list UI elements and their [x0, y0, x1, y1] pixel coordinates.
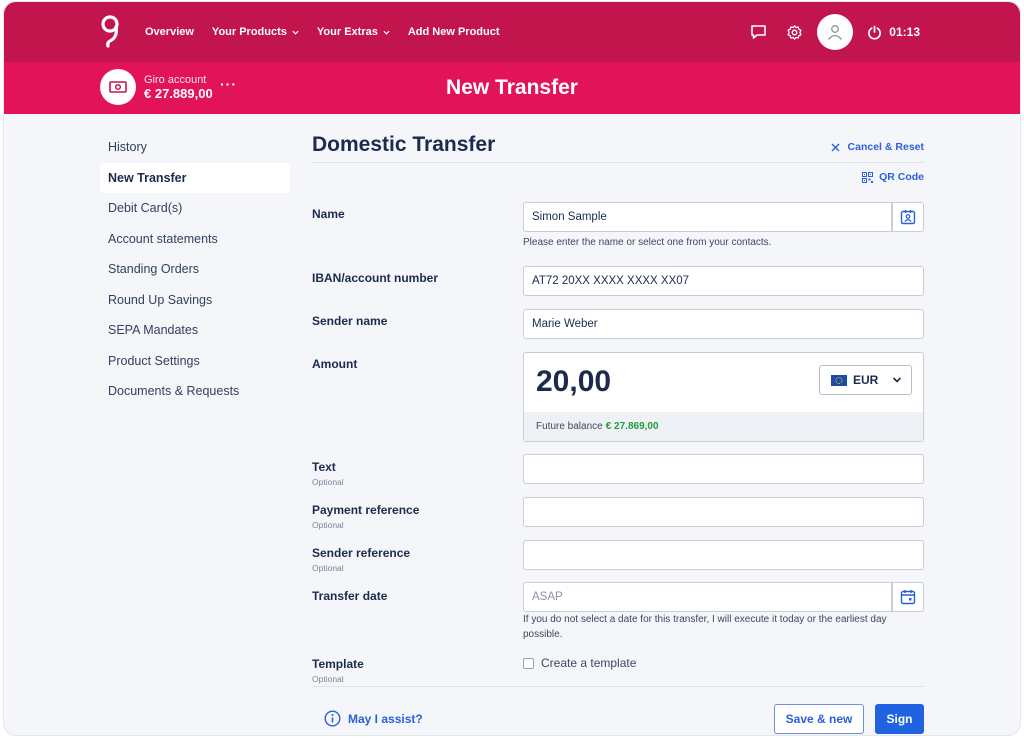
payment-reference-optional: Optional: [312, 520, 344, 530]
bank-logo-icon[interactable]: [98, 15, 122, 49]
nav-label: Overview: [145, 26, 194, 38]
iban-input[interactable]: AT72 20XX XXXX XXXX XX07: [523, 266, 924, 296]
nav-overview[interactable]: Overview: [145, 26, 194, 38]
template-optional: Optional: [312, 674, 344, 684]
logout-timer[interactable]: 01:13: [867, 25, 920, 40]
chevron-down-icon: [383, 30, 390, 35]
currency-select[interactable]: EUR: [819, 365, 912, 395]
cancel-reset-button[interactable]: Cancel & Reset: [831, 141, 924, 153]
qr-code-label: QR Code: [879, 171, 924, 183]
qr-code-button[interactable]: QR Code: [862, 171, 924, 183]
sender-reference-optional: Optional: [312, 563, 344, 573]
currency-label: EUR: [853, 373, 879, 387]
name-label: Name: [312, 207, 345, 221]
sender-name-input[interactable]: Marie Weber: [523, 309, 924, 339]
power-icon: [868, 25, 882, 40]
account-bar: Giro account € 27.889,00 ··· New Transfe…: [4, 62, 1020, 114]
divider: [312, 162, 924, 163]
iban-label: IBAN/account number: [312, 271, 439, 285]
template-label: Template: [312, 657, 364, 671]
nav-label: Your Products: [211, 26, 287, 38]
amount-input[interactable]: 20,00: [536, 365, 611, 399]
transfer-date-label: Transfer date: [312, 589, 388, 603]
assist-link[interactable]: May I assist?: [324, 710, 423, 727]
payment-reference-label: Payment reference: [312, 503, 420, 517]
sidebar-item-standing-orders[interactable]: Standing Orders: [100, 254, 290, 284]
info-icon: [324, 710, 341, 727]
contacts-button[interactable]: [892, 202, 924, 232]
top-navigation-bar: Overview Your Products Your Extras Add N…: [4, 2, 1020, 62]
save-and-new-button[interactable]: Save & new: [774, 704, 864, 734]
page-title: New Transfer: [446, 76, 578, 99]
divider: [312, 686, 924, 687]
nav-label: Your Extras: [316, 26, 378, 38]
future-balance: Future balance € 27.869,00: [524, 412, 923, 441]
sidebar-item-account-statements[interactable]: Account statements: [100, 224, 290, 254]
chevron-down-icon: [292, 30, 299, 35]
nav-your-extras[interactable]: Your Extras: [317, 26, 390, 38]
payment-reference-input[interactable]: [523, 497, 924, 527]
text-input[interactable]: [523, 454, 924, 484]
calendar-icon: [900, 590, 916, 605]
nav-label: Add New Product: [407, 26, 500, 38]
app-window: Overview Your Products Your Extras Add N…: [4, 2, 1020, 735]
sender-reference-label: Sender reference: [312, 546, 411, 560]
sign-button[interactable]: Sign: [875, 704, 924, 734]
sidebar-nav: History New Transfer Debit Card(s) Accou…: [100, 132, 290, 407]
amount-field: 20,00 EUR Future balance € 27.869,00: [523, 352, 924, 442]
user-avatar[interactable]: [817, 14, 854, 50]
sidebar-item-history[interactable]: History: [100, 132, 290, 162]
calendar-button[interactable]: [892, 582, 924, 612]
eu-flag-icon: [831, 374, 847, 386]
transfer-date-hint: If you do not select a date for this tra…: [523, 614, 887, 640]
session-timer: 01:13: [889, 25, 920, 39]
create-template-checkbox[interactable]: Create a template: [523, 656, 636, 670]
close-icon: [831, 143, 840, 151]
sidebar-item-debit-cards[interactable]: Debit Card(s): [100, 193, 290, 223]
user-icon: [828, 25, 843, 40]
cancel-reset-label: Cancel & Reset: [847, 141, 924, 153]
name-hint: Please enter the name or select one from…: [523, 237, 772, 248]
main-nav: Overview Your Products Your Extras Add N…: [145, 2, 500, 62]
sidebar-item-sepa-mandates[interactable]: SEPA Mandates: [100, 315, 290, 345]
transfer-date-placeholder: ASAP: [532, 591, 563, 603]
sender-reference-input[interactable]: [523, 540, 924, 570]
amount-label: Amount: [312, 357, 358, 371]
nav-add-new-product[interactable]: Add New Product: [408, 26, 500, 38]
text-optional: Optional: [312, 477, 344, 487]
transfer-date-input[interactable]: ASAP: [523, 582, 892, 612]
sidebar-item-documents-requests[interactable]: Documents & Requests: [100, 376, 290, 406]
sidebar-item-new-transfer[interactable]: New Transfer: [100, 162, 290, 193]
gear-icon[interactable]: [783, 21, 805, 43]
header-actions: 01:13: [747, 2, 920, 62]
checkbox-box[interactable]: [523, 657, 534, 669]
future-balance-value: € 27.869,00: [605, 421, 659, 432]
nav-your-products[interactable]: Your Products: [212, 26, 299, 38]
transfer-form: Domestic Transfer Cancel & Reset QR Code…: [312, 120, 924, 735]
sidebar-item-round-up-savings[interactable]: Round Up Savings: [100, 285, 290, 315]
chevron-down-icon: [893, 377, 902, 383]
assist-label: May I assist?: [348, 711, 423, 726]
chat-icon[interactable]: [747, 21, 769, 43]
form-title: Domestic Transfer: [312, 133, 496, 156]
text-label: Text: [312, 460, 336, 474]
qr-code-icon: [862, 171, 874, 183]
sidebar-item-product-settings[interactable]: Product Settings: [100, 346, 290, 376]
contact-card-icon: [900, 210, 916, 225]
sender-name-label: Sender name: [312, 314, 388, 328]
create-template-label: Create a template: [541, 656, 637, 670]
recipient-name-input[interactable]: Simon Sample: [523, 202, 892, 232]
future-balance-label: Future balance: [536, 421, 603, 432]
